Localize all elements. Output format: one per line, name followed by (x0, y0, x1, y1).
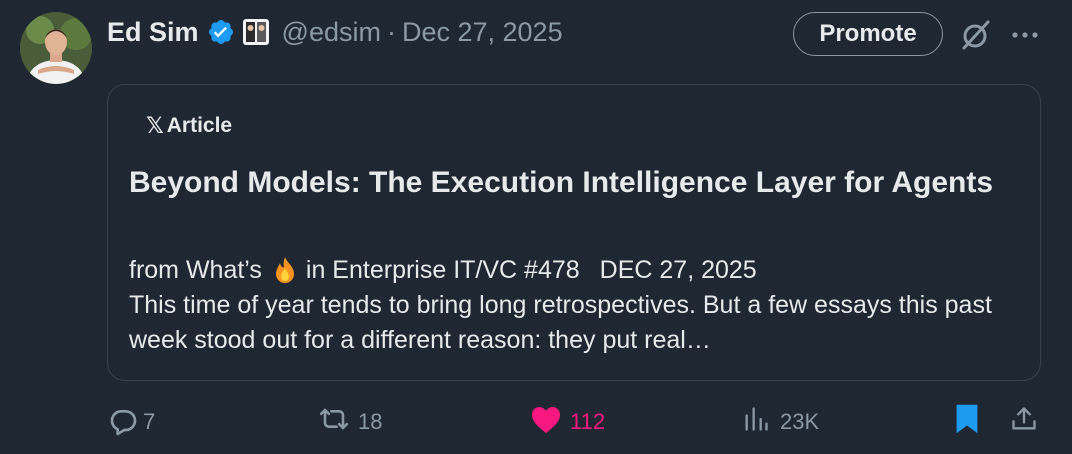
more-icon[interactable] (1010, 24, 1040, 46)
article-source-from: from What’s (129, 256, 262, 284)
views-icon (742, 404, 770, 440)
article-tag: 𝕏 Article (146, 113, 232, 139)
like-count: 112 (570, 409, 606, 434)
article-excerpt: This time of year tends to bring long re… (129, 291, 992, 354)
promote-button[interactable]: Promote (793, 12, 943, 56)
views-button[interactable]: 23K (742, 400, 819, 444)
reply-count: 7 (143, 409, 156, 434)
article-title[interactable]: Beyond Models: The Execution Intelligenc… (129, 165, 1009, 201)
grok-icon[interactable] (958, 17, 994, 53)
article-meta: from What’s in Enterprise IT/VC #478 DEC… (129, 254, 757, 286)
repost-button[interactable]: 18 (316, 400, 382, 444)
author-handle[interactable]: @edsim (282, 17, 381, 48)
repost-icon (316, 403, 352, 441)
affiliate-badge-icon[interactable] (242, 18, 270, 46)
bookmark-icon (954, 403, 980, 441)
author-name[interactable]: Ed Sim (107, 17, 199, 48)
header-separator: · (386, 16, 396, 47)
article-date: DEC 27, 2025 (599, 256, 757, 284)
article-source-newsletter: in Enterprise IT/VC #478 (305, 256, 580, 284)
article-card[interactable]: 𝕏 Article Beyond Models: The Execution I… (107, 84, 1041, 381)
share-icon (1010, 404, 1038, 440)
post-header: Ed Sim @edsim · Dec 27, 2025 (107, 12, 563, 52)
bookmark-button[interactable] (954, 400, 980, 444)
avatar[interactable] (20, 12, 92, 84)
x-logo-icon: 𝕏 (146, 113, 164, 138)
verified-icon[interactable] (207, 18, 235, 46)
post-date[interactable]: Dec 27, 2025 (402, 17, 563, 48)
share-button[interactable] (1010, 400, 1038, 444)
like-button[interactable]: 112 (530, 400, 605, 444)
repost-count: 18 (358, 409, 383, 434)
views-count: 23K (780, 409, 820, 434)
article-tag-label: Article (166, 114, 233, 137)
fire-icon (270, 255, 300, 285)
reply-button[interactable]: 7 (107, 400, 155, 444)
like-icon (530, 404, 562, 440)
reply-icon (107, 406, 139, 438)
